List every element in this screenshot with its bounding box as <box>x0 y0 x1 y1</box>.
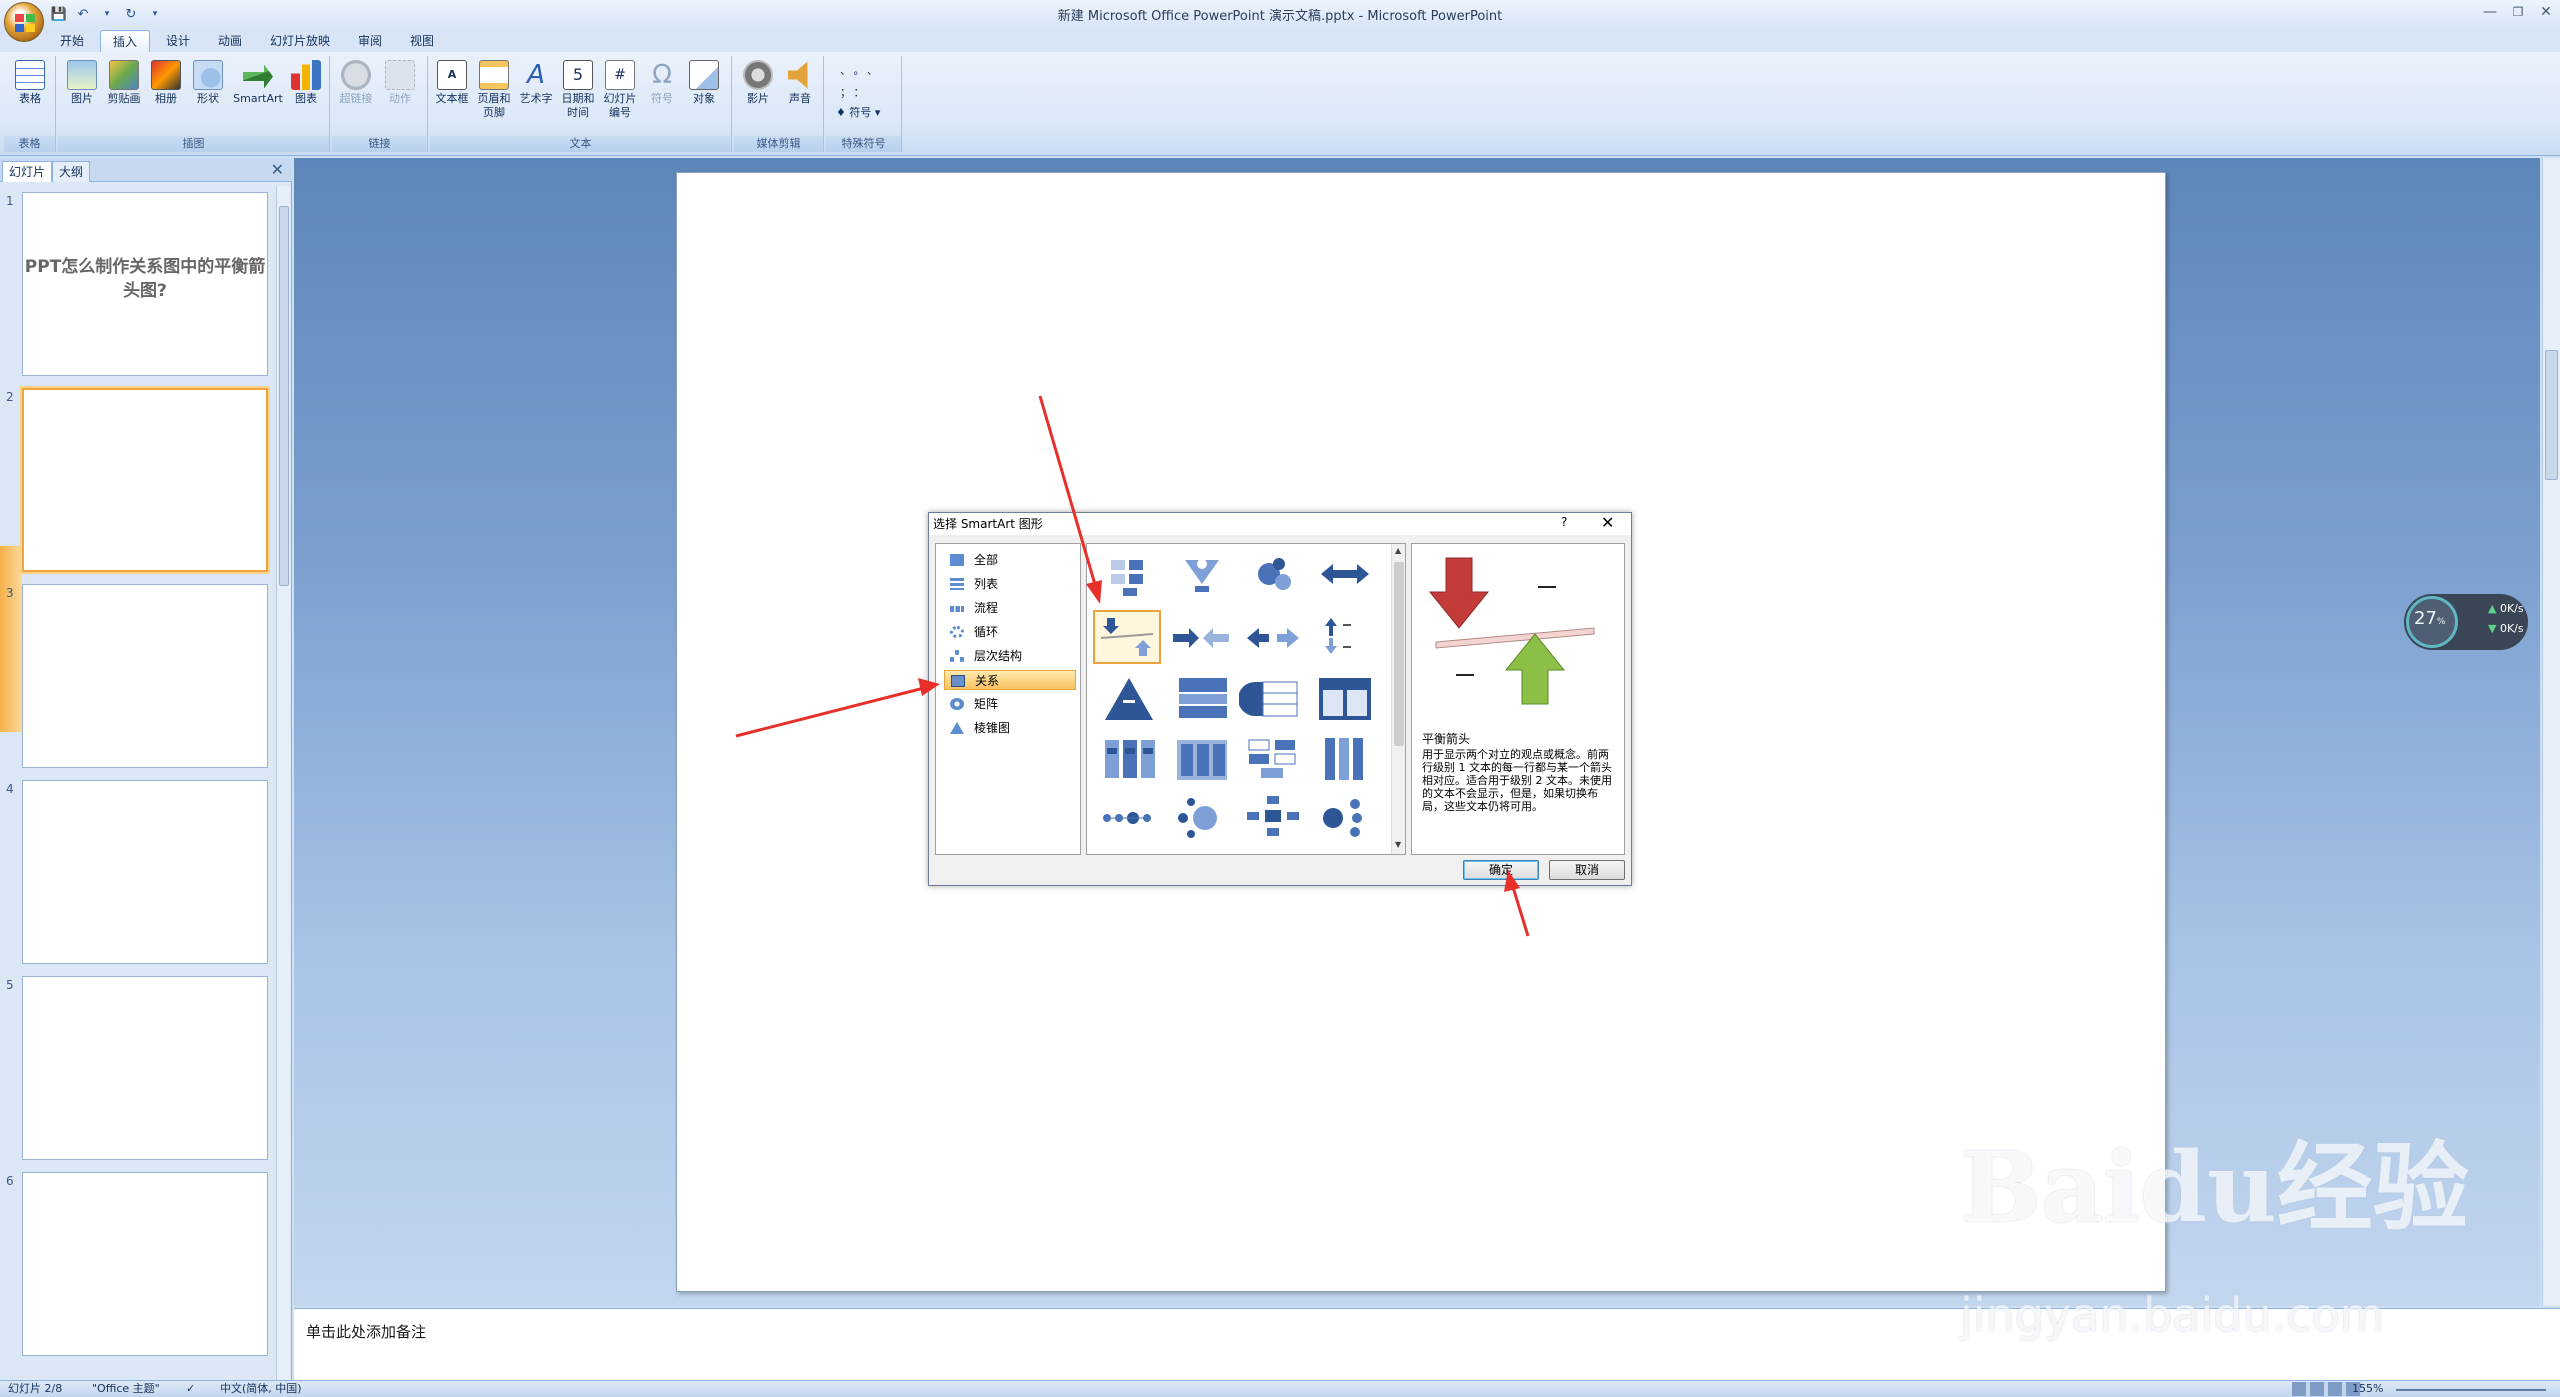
arrow-to-layout <box>1038 395 1098 589</box>
arrow-to-ok-head <box>1504 870 1520 892</box>
arrow-to-category <box>735 686 925 738</box>
baidu-watermark: Baidu经验 jingyan.baidu.com <box>1960 1110 2520 1342</box>
watermark-brand: Baidu经验 <box>1960 1131 2469 1244</box>
office-button[interactable] <box>4 2 44 42</box>
arrow-to-layout-head <box>1086 580 1102 604</box>
download-speed: ▼ 0K/s <box>2488 622 2524 635</box>
watermark-url: jingyan.baidu.com <box>1960 1288 2385 1342</box>
arrow-to-category-head <box>918 678 940 696</box>
upload-speed: ▲ 0K/s <box>2488 602 2524 615</box>
arrow-to-ok <box>1510 883 1530 937</box>
network-monitor-widget[interactable]: 27% ▲ 0K/s ▼ 0K/s <box>2404 594 2528 650</box>
cpu-usage: 27% <box>2414 608 2446 629</box>
office-logo-icon <box>15 14 35 32</box>
